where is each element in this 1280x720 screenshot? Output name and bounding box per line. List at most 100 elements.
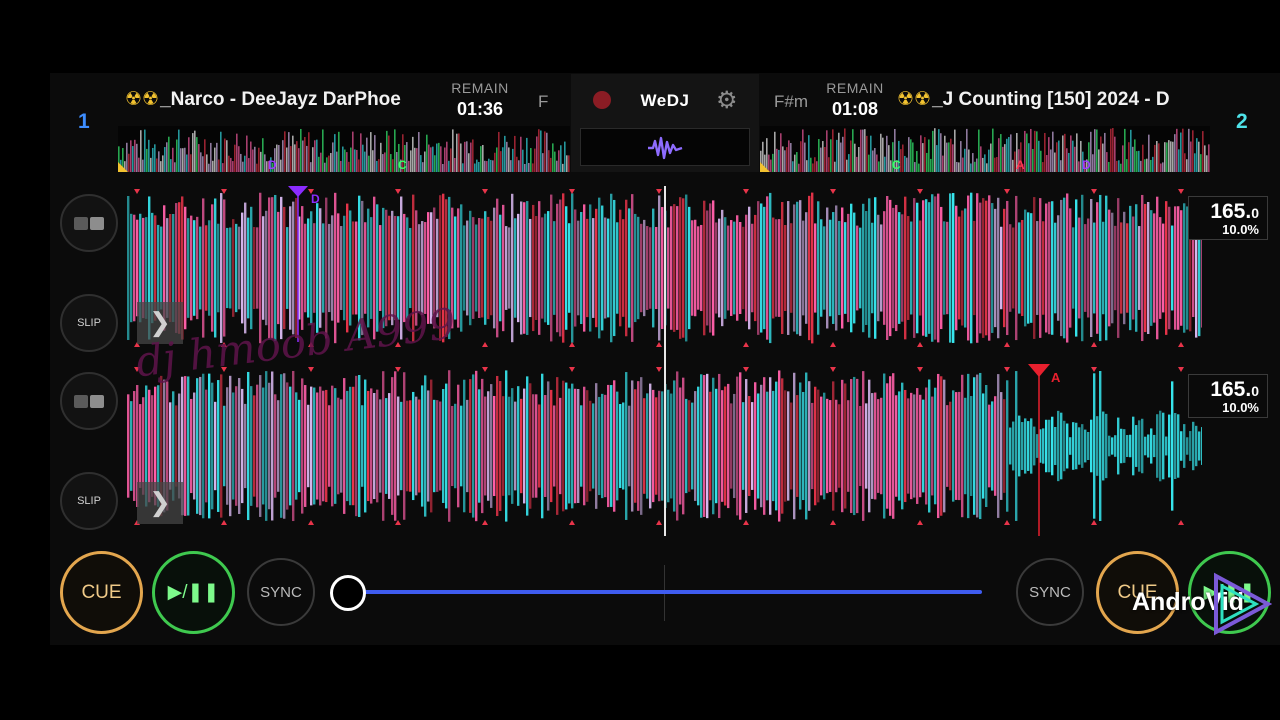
waveform-bar <box>1195 425 1198 467</box>
deck1-track-title[interactable]: ☢☢_Narco - DeeJayz DarPhoe <box>125 88 437 116</box>
waveform-bar <box>1063 197 1066 339</box>
overview-bar <box>966 128 968 172</box>
waveform-bar <box>1114 225 1117 311</box>
crossfader-knob[interactable] <box>330 575 366 611</box>
deck2-bpm-display[interactable]: 165.0 10.0% <box>1188 374 1268 418</box>
deck1-slip-button[interactable]: SLIP <box>60 294 118 352</box>
overview-bar <box>148 139 150 172</box>
waveform-bar <box>646 226 649 310</box>
deck1-play-pause-button[interactable]: ▶/❚❚ <box>152 551 235 634</box>
waveform-bar <box>724 217 727 319</box>
deck1-mode-button[interactable] <box>60 194 118 252</box>
waveform-bar <box>262 387 265 505</box>
waveform-bar <box>619 404 622 488</box>
overview-bar <box>910 139 912 172</box>
deck2-sync-button[interactable]: SYNC <box>1016 558 1084 626</box>
overview-bar <box>546 132 548 172</box>
overview-bar <box>964 148 966 172</box>
waveform-bar <box>841 379 844 513</box>
waveform-bar <box>991 203 994 333</box>
overview-bar <box>880 133 882 172</box>
deck2-mode-button[interactable] <box>60 372 118 430</box>
deck1-bpm-display[interactable]: 165.0 10.0% <box>1188 196 1268 240</box>
overview-bar <box>428 144 430 172</box>
waveform-bar <box>439 401 442 491</box>
waveform-bar <box>1075 199 1078 337</box>
deck2-hot-cue-marker[interactable] <box>1028 362 1058 538</box>
overview-bar <box>422 162 424 172</box>
overview-bar <box>944 135 946 172</box>
waveform-bar <box>1162 412 1165 480</box>
waveform-view-toggle[interactable] <box>580 128 750 166</box>
beat-marker <box>1091 520 1097 525</box>
waveform-bar <box>241 388 244 504</box>
overview-bar <box>192 133 194 172</box>
waveform-bar <box>778 370 781 522</box>
overview-bar <box>528 162 530 172</box>
overview-bar <box>312 147 314 172</box>
chevron-right-icon[interactable]: ❯ <box>137 482 183 524</box>
waveform-bar <box>514 218 517 318</box>
overview-bar <box>316 139 318 172</box>
waveform-bar <box>727 225 730 311</box>
overview-bar <box>512 148 514 172</box>
waveform-bar <box>997 197 1000 339</box>
overview-bar <box>1128 142 1130 172</box>
overview-bar <box>194 130 196 172</box>
deck1-overview-waveform[interactable]: D C <box>118 126 570 172</box>
deck1-overview-marker: D <box>268 158 277 172</box>
overview-bar <box>1028 143 1030 172</box>
deck1-cue-button[interactable]: CUE <box>60 551 143 634</box>
waveform-bar <box>694 391 697 501</box>
crossfader-track[interactable] <box>360 590 982 594</box>
deck2-slip-button[interactable]: SLIP <box>60 472 118 530</box>
overview-bar <box>350 147 352 172</box>
waveform-bar <box>964 208 967 328</box>
waveform-bar <box>1060 199 1063 337</box>
overview-bar <box>234 144 236 172</box>
overview-bar <box>1066 148 1068 172</box>
record-icon[interactable] <box>593 91 611 109</box>
waveform-bar <box>670 206 673 330</box>
overview-bar <box>482 144 484 172</box>
overview-bar <box>1004 144 1006 172</box>
waveform-bar <box>220 193 223 343</box>
waveform-bar <box>451 405 454 487</box>
overview-bar <box>1048 137 1050 172</box>
deck1-sync-button[interactable]: SYNC <box>247 558 315 626</box>
overview-bar <box>202 156 204 172</box>
overview-bar <box>1188 128 1190 172</box>
waveform-bar <box>874 392 877 500</box>
deck2-overview-waveform[interactable]: C A D <box>760 126 1210 172</box>
waveform-bar <box>913 198 916 338</box>
waveform-bar <box>1165 436 1168 456</box>
waveform-bar <box>844 222 847 314</box>
deck2-track-title[interactable]: ☢☢_J Counting [150] 2024 - D <box>897 88 1203 116</box>
gear-icon[interactable]: ⚙ <box>716 86 738 115</box>
overview-bar <box>842 136 844 172</box>
radiation-icon: ☢☢ <box>897 89 932 110</box>
waveform-bar <box>283 206 286 330</box>
waveform-bar <box>316 392 319 500</box>
overview-bar <box>1102 143 1104 172</box>
waveform-bar <box>850 203 853 333</box>
waveform-bar <box>847 213 850 323</box>
waveform-bar <box>880 224 883 312</box>
overview-bar <box>1038 140 1040 172</box>
waveform-bar <box>238 378 241 514</box>
waveform-bar <box>856 225 859 311</box>
waveform-bar <box>487 391 490 501</box>
playhead-line <box>664 186 666 536</box>
waveform-bar <box>301 378 304 514</box>
overview-bar <box>1068 152 1070 172</box>
waveform-bar <box>823 392 826 500</box>
beat-marker <box>569 342 575 347</box>
waveform-bar <box>1009 427 1012 465</box>
waveform-bar <box>610 385 613 507</box>
waveform-bar <box>448 370 451 522</box>
overview-bar <box>490 159 492 172</box>
overview-bar <box>448 160 450 172</box>
overview-bar <box>212 160 214 172</box>
overview-bar <box>434 155 436 172</box>
overview-bar <box>882 137 884 172</box>
